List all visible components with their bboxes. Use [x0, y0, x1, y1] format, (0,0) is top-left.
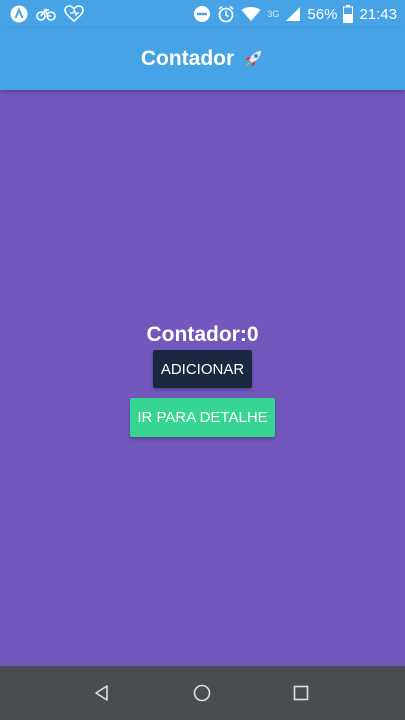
main-content: Contador:0 ADICIONAR IR PARA DETALHE — [0, 90, 405, 666]
wifi-icon — [241, 6, 261, 22]
add-button[interactable]: ADICIONAR — [153, 350, 252, 388]
status-right: 3G 56% 21:43 — [193, 5, 405, 23]
back-icon[interactable] — [92, 683, 112, 703]
app-bar-title: Contador — [140, 47, 235, 70]
signal-icon — [285, 6, 301, 22]
battery-icon — [343, 5, 354, 23]
app-bar: Contador — [0, 28, 405, 90]
battery-percent: 56% — [307, 5, 338, 23]
recents-icon[interactable] — [291, 683, 311, 703]
app-a-icon — [10, 5, 28, 23]
bike-icon — [36, 6, 56, 22]
network-type: 3G — [267, 9, 280, 19]
home-icon[interactable] — [192, 683, 212, 703]
do-not-disturb-icon — [193, 5, 211, 23]
go-to-detail-button[interactable]: IR PARA DETALHE — [130, 398, 275, 437]
rocket-icon — [242, 48, 264, 70]
navigation-bar — [0, 666, 405, 720]
status-time: 21:43 — [359, 5, 397, 23]
status-bar: 3G 56% 21:43 — [0, 0, 405, 28]
counter-label: Contador:0 — [146, 323, 259, 346]
status-left — [0, 5, 84, 23]
alarm-icon — [217, 5, 235, 23]
heart-icon — [64, 5, 84, 23]
